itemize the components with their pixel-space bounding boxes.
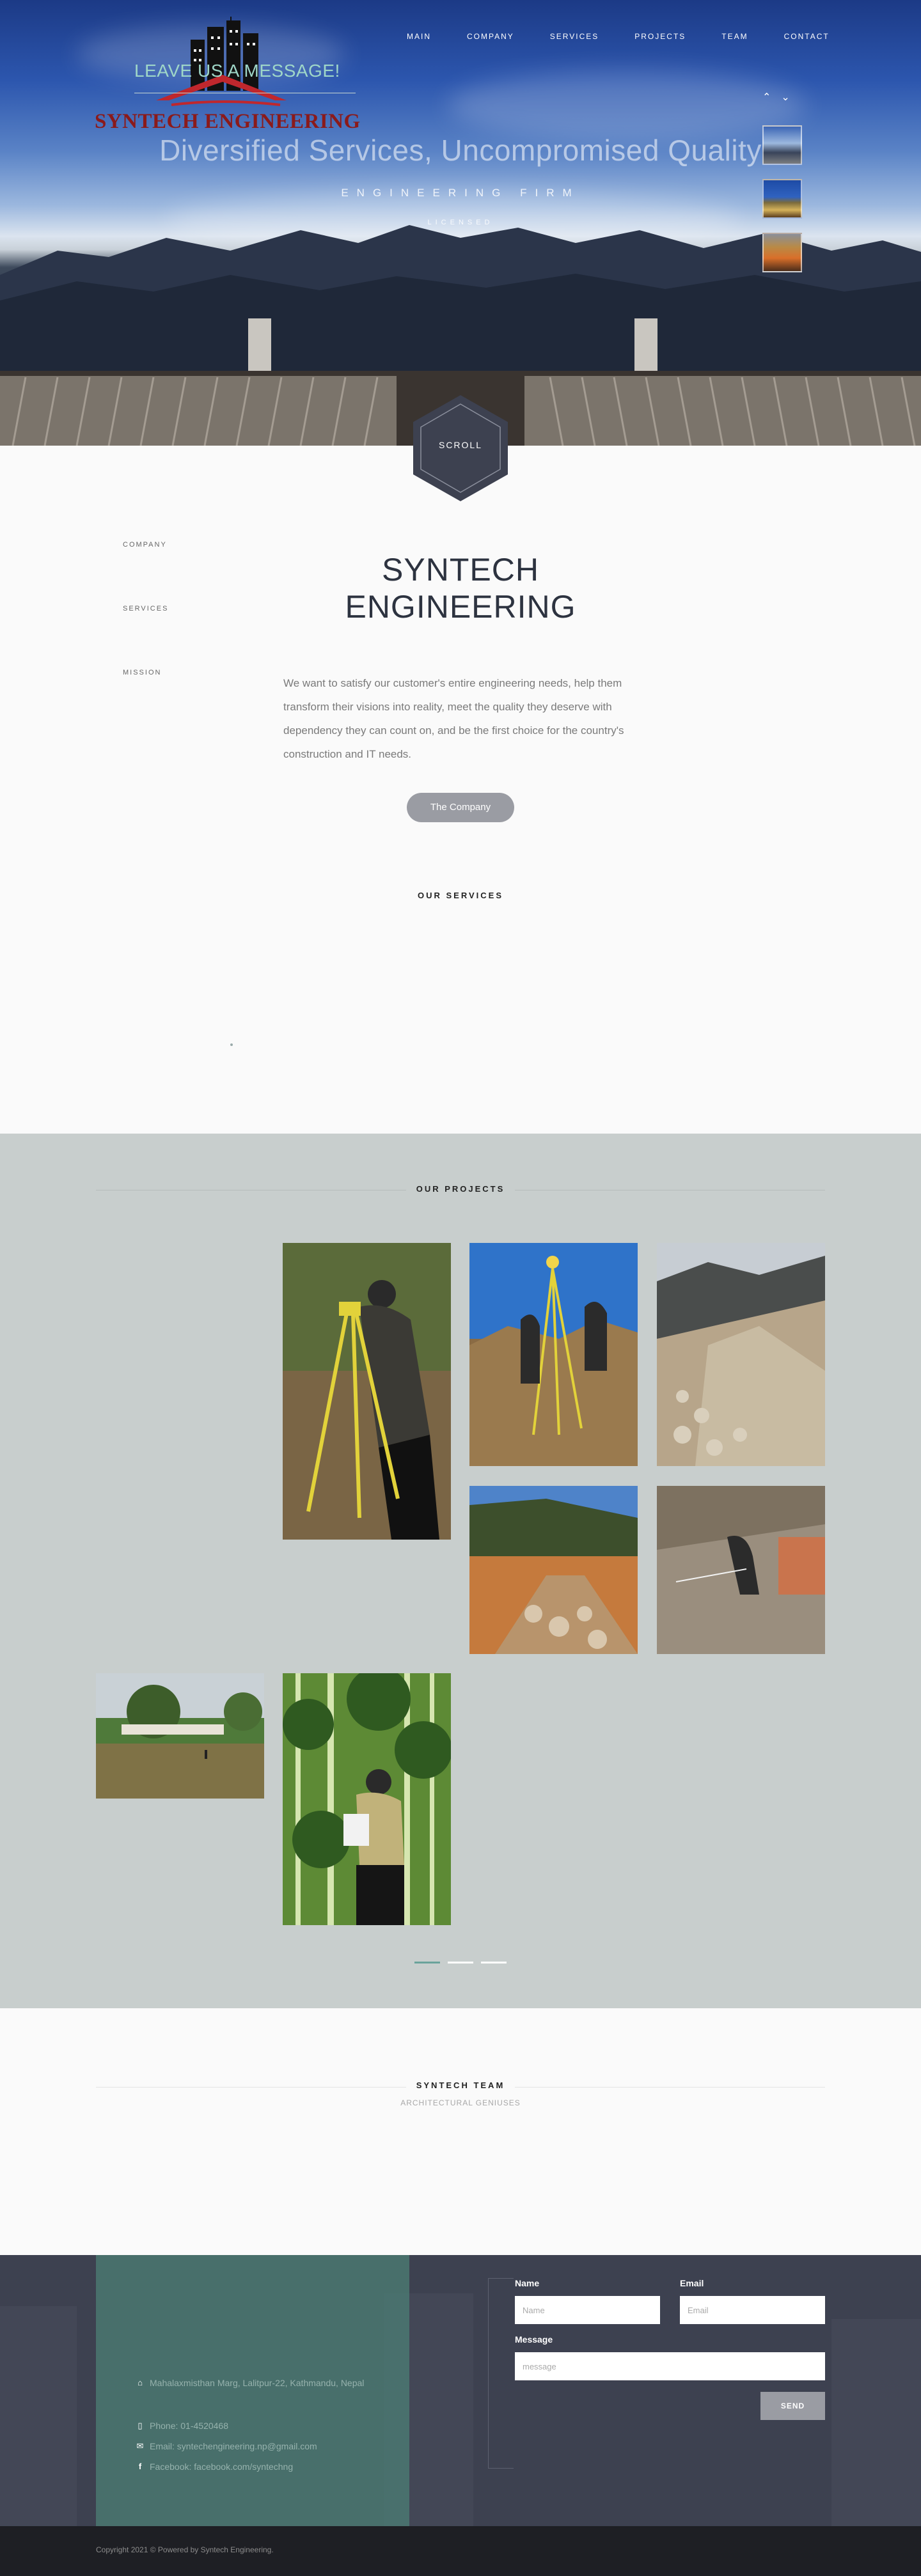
nav-services[interactable]: SERVICES [550, 32, 599, 41]
about-title-line2: ENGINEERING [345, 589, 576, 625]
copyright-bar: Copyright 2021 © Powered by Syntech Engi… [0, 2526, 921, 2576]
contact-address: ⌂ Mahalaxmisthan Marg, Lalitpur-22, Kath… [136, 2373, 366, 2393]
contact-facebook: f Facebook: facebook.com/syntechng [136, 2457, 366, 2476]
projects-heading: OUR PROJECTS [0, 1184, 921, 1194]
project-photo-forest[interactable] [283, 1673, 451, 1925]
email-label: Email [680, 2278, 704, 2288]
leave-message-heading: LEAVE US A MESSAGE! [134, 61, 340, 81]
team-subheading: ARCHITECTURAL GENIUSES [400, 2098, 521, 2107]
pagination-dot[interactable] [448, 1962, 473, 1963]
about-side-links: COMPANY SERVICES MISSION [123, 541, 168, 733]
name-input[interactable] [515, 2296, 660, 2324]
nav-projects[interactable]: PROJECTS [634, 32, 686, 41]
contact-phone: ▯ Phone: 01-4520468 [136, 2416, 366, 2435]
side-link-mission[interactable]: MISSION [123, 669, 168, 676]
the-company-button[interactable]: The Company [407, 793, 514, 822]
services-heading-text: OUR SERVICES [407, 891, 514, 900]
project-photo-field[interactable] [96, 1673, 264, 1799]
email-text[interactable]: Email: syntechengineering.np@gmail.com [150, 2437, 317, 2456]
about-description: We want to satisfy our customer's entire… [283, 677, 624, 760]
projects-pagination [414, 1962, 507, 1963]
pagination-dot[interactable] [481, 1962, 507, 1963]
chevron-down-icon[interactable]: ⌄ [781, 91, 789, 104]
project-photo-survey-tripod[interactable] [283, 1243, 451, 1540]
project-photo-dirt-road[interactable] [469, 1486, 638, 1654]
contact-email: ✉ Email: syntechengineering.np@gmail.com [136, 2437, 366, 2456]
nav-company[interactable]: COMPANY [467, 32, 514, 41]
slide-thumbnail[interactable] [762, 233, 802, 272]
project-photo-rocky-slope[interactable] [657, 1243, 825, 1466]
scroll-label: SCROLL [438, 440, 483, 450]
brand-name: SYNTECH ENGINEERING [95, 110, 361, 133]
slider-thumbnails [762, 125, 802, 272]
facebook-icon: f [138, 2462, 142, 2471]
project-photo-measuring[interactable] [657, 1486, 825, 1654]
email-input[interactable] [680, 2296, 825, 2324]
facebook-text[interactable]: Facebook: facebook.com/syntechng [150, 2457, 293, 2476]
services-heading: OUR SERVICES [0, 891, 921, 900]
address-text: Mahalaxmisthan Marg, Lalitpur-22, Kathma… [150, 2378, 365, 2388]
main-nav: MAIN COMPANY SERVICES PROJECTS TEAM CONT… [407, 32, 830, 41]
send-button[interactable]: SEND [760, 2392, 825, 2420]
chevron-up-icon[interactable]: ⌃ [762, 91, 771, 104]
about-title-line1: SYNTECH [382, 552, 539, 588]
nav-contact[interactable]: CONTACT [784, 32, 830, 41]
form-bracket-decoration [488, 2278, 514, 2469]
side-link-services[interactable]: SERVICES [123, 605, 168, 613]
pagination-dot-active[interactable] [414, 1962, 440, 1963]
team-heading: SYNTECH TEAM [0, 2080, 921, 2090]
slide-thumbnail[interactable] [762, 125, 802, 165]
carousel-dot [230, 1043, 233, 1046]
nav-team[interactable]: TEAM [721, 32, 748, 41]
team-heading-text: SYNTECH TEAM [405, 2080, 516, 2090]
side-link-company[interactable]: COMPANY [123, 541, 168, 549]
message-label: Message [515, 2334, 553, 2345]
envelope-icon: ✉ [136, 2441, 144, 2451]
message-input[interactable] [515, 2352, 825, 2380]
about-title: SYNTECH ENGINEERING [269, 551, 652, 625]
home-icon: ⌂ [138, 2378, 143, 2387]
nav-main[interactable]: MAIN [407, 32, 431, 41]
name-label: Name [515, 2278, 540, 2288]
project-photo-gps-survey[interactable] [469, 1243, 638, 1466]
phone-icon: ▯ [138, 2421, 143, 2430]
slider-arrows: ⌃ ⌄ [762, 91, 790, 104]
copyright-text: Copyright 2021 © Powered by Syntech Engi… [96, 2545, 274, 2554]
projects-heading-text: OUR PROJECTS [405, 1184, 516, 1194]
phone-text: Phone: 01-4520468 [150, 2421, 228, 2431]
slide-thumbnail[interactable] [762, 179, 802, 219]
